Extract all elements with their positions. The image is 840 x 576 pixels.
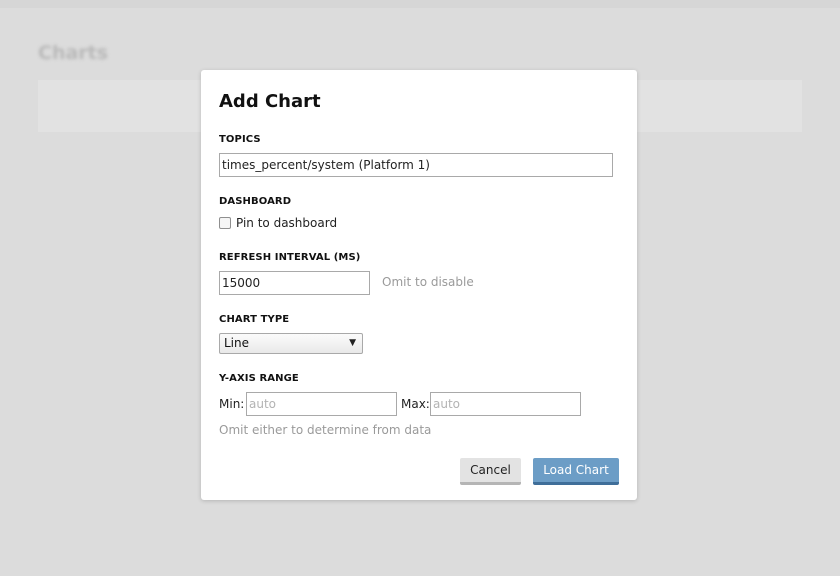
pin-to-dashboard-row[interactable]: Pin to dashboard [219,215,337,231]
background-topbar [0,0,840,8]
chart-type-selected-value: Line [224,336,250,350]
dashboard-label: DASHBOARD [219,196,292,207]
y-axis-range-label: Y-AXIS RANGE [219,373,299,384]
background-page-title: Charts [38,42,109,64]
topics-input[interactable] [219,153,613,177]
topics-label: TOPICS [219,134,261,145]
chevron-down-icon: ▼ [349,338,356,348]
y-axis-min-label: Min: [219,397,245,411]
load-chart-button[interactable]: Load Chart [533,458,619,485]
y-axis-min-input[interactable] [246,392,397,416]
refresh-interval-label: REFRESH INTERVAL (MS) [219,252,361,263]
add-chart-dialog: Add Chart TOPICS DASHBOARD Pin to dashbo… [201,70,637,500]
cancel-button[interactable]: Cancel [460,458,521,485]
y-axis-max-input[interactable] [430,392,581,416]
pin-to-dashboard-checkbox[interactable] [219,217,231,229]
y-axis-range-hint: Omit either to determine from data [219,423,432,437]
dialog-title: Add Chart [219,91,321,112]
y-axis-max-label: Max: [401,397,430,411]
chart-type-select[interactable]: Line ▼ [219,333,363,354]
chart-type-label: CHART TYPE [219,314,290,325]
refresh-interval-hint: Omit to disable [382,275,474,289]
pin-to-dashboard-label[interactable]: Pin to dashboard [236,216,337,230]
refresh-interval-input[interactable] [219,271,370,295]
